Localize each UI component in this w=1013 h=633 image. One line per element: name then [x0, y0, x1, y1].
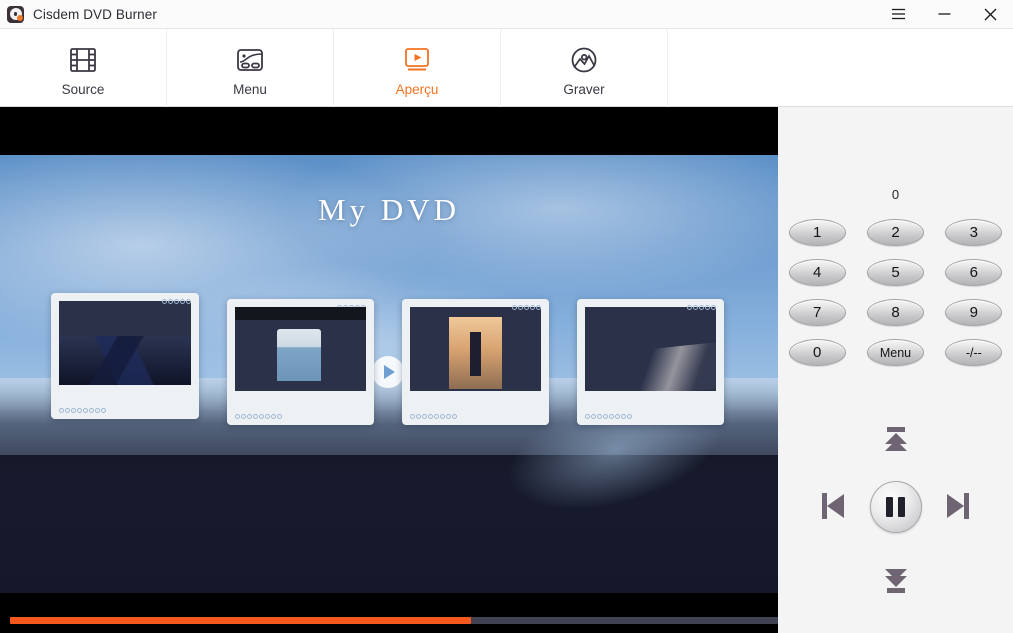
letterbox-top	[0, 107, 778, 155]
tab-source-label: Source	[62, 82, 105, 97]
chapter-thumbnail-4[interactable]	[577, 299, 724, 425]
tab-menu[interactable]: Menu	[167, 29, 334, 107]
decor-dots-icon	[687, 305, 716, 310]
chapter-thumbnail-2[interactable]	[227, 299, 374, 425]
chapter-thumbnail-3[interactable]	[402, 299, 549, 425]
key-3[interactable]: 3	[945, 219, 1002, 246]
numeric-keypad: 1 2 3 4 5 6 7 8 9 0 Menu -/--	[778, 219, 1013, 366]
decor-dots-icon	[235, 414, 282, 419]
remote-readout: 0	[778, 187, 1013, 202]
application-window: Cisdem DVD Burner	[0, 0, 1013, 633]
tab-menu-label: Menu	[233, 82, 267, 97]
chapter-thumbnails	[0, 107, 778, 633]
preview-panel[interactable]: My DVD	[0, 107, 778, 633]
skip-previous-icon[interactable]	[822, 493, 844, 519]
key-2[interactable]: 2	[867, 219, 924, 246]
toolbar-filler	[668, 29, 1013, 106]
menu-template-icon	[235, 39, 265, 75]
burn-disc-icon	[569, 39, 599, 75]
key-1[interactable]: 1	[789, 219, 846, 246]
playback-progress-bar[interactable]	[10, 617, 778, 624]
tab-source[interactable]: Source	[0, 29, 167, 107]
main-toolbar: Source Menu Ap	[0, 29, 1013, 107]
decor-dots-icon	[512, 305, 541, 310]
letterbox-bottom	[0, 593, 778, 633]
decor-dots-icon	[162, 299, 191, 304]
decor-dots-icon	[410, 414, 457, 419]
key-menu[interactable]: Menu	[867, 339, 924, 366]
tab-apercu-label: Aperçu	[396, 82, 439, 97]
close-icon[interactable]	[967, 0, 1013, 29]
title-bar: Cisdem DVD Burner	[0, 0, 1013, 29]
key-0[interactable]: 0	[789, 339, 846, 366]
key-4[interactable]: 4	[789, 259, 846, 286]
double-arrow-up-icon[interactable]	[885, 427, 907, 451]
double-arrow-down-icon[interactable]	[885, 569, 907, 593]
skip-next-icon[interactable]	[947, 493, 969, 519]
key-8[interactable]: 8	[867, 299, 924, 326]
progress-track[interactable]	[10, 617, 778, 624]
preview-play-icon	[402, 39, 432, 75]
key-5[interactable]: 5	[867, 259, 924, 286]
pause-icon[interactable]	[870, 481, 922, 533]
key-7[interactable]: 7	[789, 299, 846, 326]
window-controls	[875, 0, 1013, 29]
tab-graver-label: Graver	[563, 82, 604, 97]
tab-apercu[interactable]: Aperçu	[334, 29, 501, 107]
minimize-icon[interactable]	[921, 0, 967, 29]
tab-graver[interactable]: Graver	[501, 29, 668, 107]
dvd-disc-icon	[7, 6, 24, 23]
decor-dots-icon	[59, 408, 106, 413]
film-strip-icon	[68, 39, 98, 75]
decor-dots-icon	[585, 414, 632, 419]
hamburger-icon[interactable]	[875, 0, 921, 29]
window-title: Cisdem DVD Burner	[33, 7, 157, 22]
key-9[interactable]: 9	[945, 299, 1002, 326]
key-6[interactable]: 6	[945, 259, 1002, 286]
remote-control-panel: 0 1 2 3 4 5 6 7 8 9 0 Menu -/--	[778, 107, 1013, 633]
transport-controls	[778, 419, 1013, 599]
key-dash[interactable]: -/--	[945, 339, 1002, 366]
chapter-thumbnail-1[interactable]	[51, 293, 199, 419]
progress-fill	[10, 617, 471, 624]
